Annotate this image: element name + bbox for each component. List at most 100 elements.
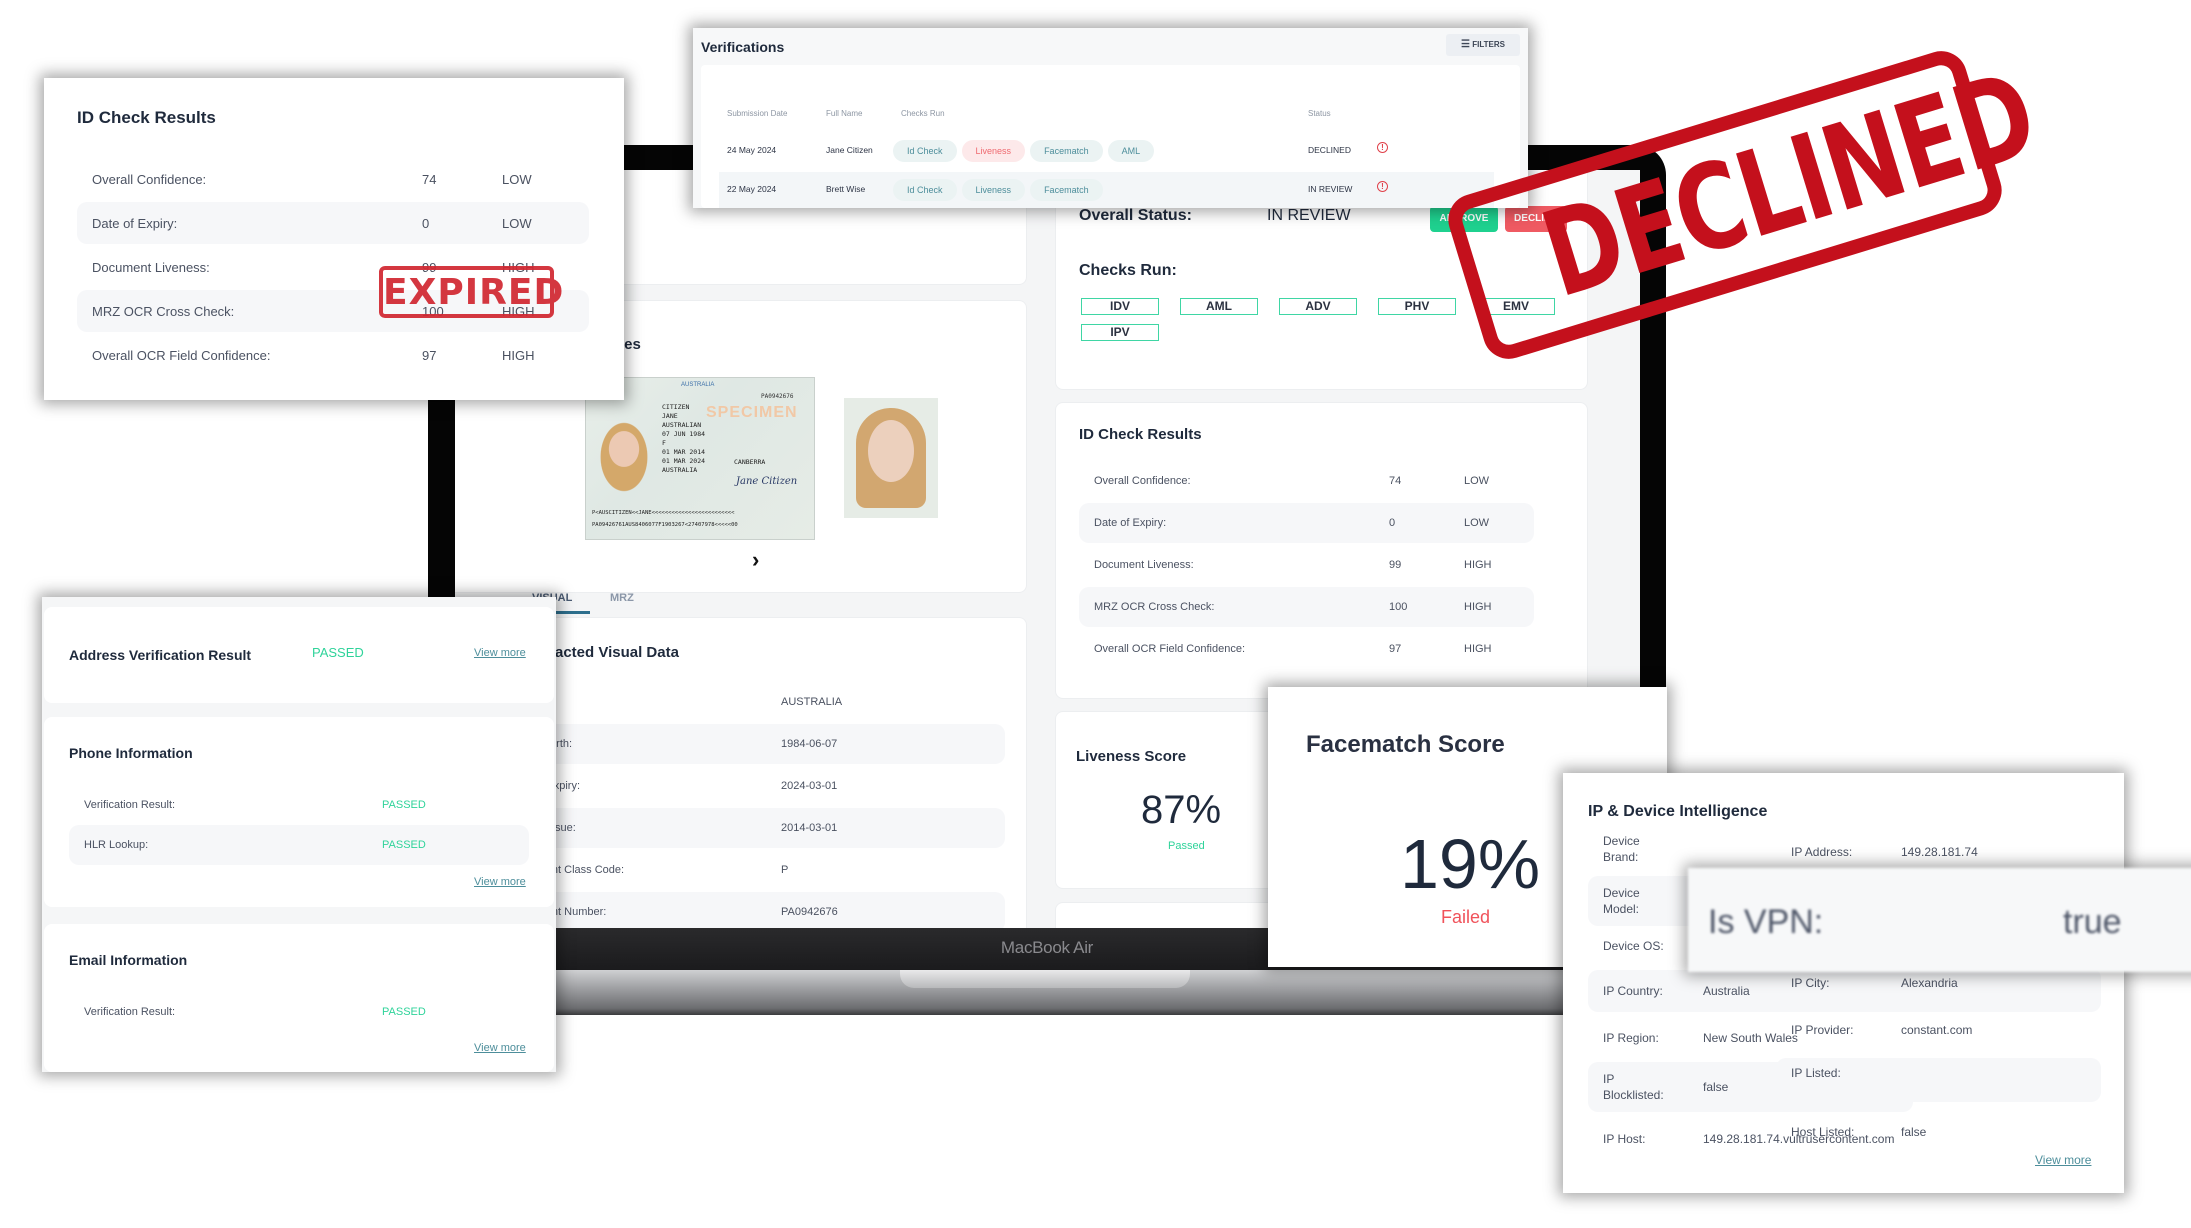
id-check-row-level: HIGH	[1464, 559, 1492, 571]
id-check-row: Overall Confidence: 74 LOW	[77, 158, 589, 200]
ip-right-label: IP Listed:	[1791, 1066, 1841, 1080]
verification-date: 22 May 2024	[727, 184, 777, 194]
phone-row-verification: Verification Result: PASSED	[69, 785, 529, 825]
ip-device-window: IP & Device Intelligence Device Brand: De…	[1563, 773, 2124, 1193]
is-vpn-overlay: Is VPN: true	[1688, 868, 2191, 972]
extracted-row-value: 2014-03-01	[781, 822, 838, 834]
id-check-row-value: 100	[1389, 601, 1408, 613]
id-check-row: Document Liveness: 99 HIGH	[1079, 545, 1534, 585]
ip-right-value: 149.28.181.74	[1901, 845, 1978, 859]
check-run-adv: ADV	[1279, 298, 1357, 315]
passport-image[interactable]: AUSTRALIA PA0942676 SPECIMEN CITIZEN JAN…	[585, 377, 815, 540]
phone-verification-label: Verification Result:	[84, 799, 176, 811]
id-check-row: Overall OCR Field Confidence: 97 HIGH	[77, 334, 589, 376]
alert-icon[interactable]: !	[1377, 142, 1388, 153]
extracted-row: e of Expiry:2024-03-01	[525, 766, 1005, 806]
ip-left-label: Device Brand:	[1603, 834, 1640, 864]
phone-row-hlr: HLR Lookup: PASSED	[69, 825, 529, 865]
verifications-title: Verifications	[701, 39, 785, 55]
filters-icon: ☰	[1461, 39, 1470, 50]
phone-verification-value: PASSED	[382, 799, 426, 811]
id-check-row: Date of Expiry: 0 LOW	[77, 202, 589, 244]
selfie-face	[868, 420, 914, 482]
id-check-row-level: LOW	[1464, 517, 1490, 529]
phone-card: Phone Information Verification Result: P…	[44, 717, 554, 907]
address-view-more-link[interactable]: View more	[474, 647, 526, 659]
id-check-title: ID Check Results	[77, 108, 216, 127]
extracted-row-value: AUSTRALIA	[781, 696, 843, 708]
is-vpn-label: Is VPN:	[1708, 903, 1824, 941]
check-chip: Id Check	[893, 140, 957, 162]
col-status: Status	[1308, 109, 1331, 118]
overall-status-label: Overall Status:	[1079, 207, 1192, 224]
passport-place: CANBERRA	[734, 458, 766, 466]
email-card: Email Information Verification Result: P…	[44, 924, 554, 1072]
facematch-title: Facematch Score	[1306, 731, 1505, 758]
passport-mrz-2: PA09426761AUS8406077F1903267<27407978<<<…	[592, 522, 738, 528]
check-run-idv: IDV	[1081, 298, 1159, 315]
extracted-title: acted Visual Data	[555, 644, 679, 661]
ip-right-label: Host Listed:	[1791, 1125, 1855, 1139]
check-run-phv: PHV	[1378, 298, 1456, 315]
selfie-image[interactable]	[844, 398, 938, 518]
check-chip: Liveness	[961, 140, 1026, 162]
passport-watermark: SPECIMEN	[706, 404, 798, 421]
expired-stamp: EXPIRED	[379, 266, 563, 318]
id-check-row-level: LOW	[502, 171, 532, 187]
laptop-notch	[900, 970, 1190, 988]
ip-left-label: IP Blocklisted:	[1603, 1072, 1664, 1102]
verifications-window: Verifications ☰ FILTERS Submission Date …	[693, 28, 1528, 208]
verification-status: IN REVIEW	[1308, 184, 1353, 194]
ip-left-label: Device OS:	[1603, 939, 1664, 953]
id-check-row-level: HIGH	[1464, 601, 1492, 613]
ip-device-view-more-link[interactable]: View more	[2035, 1153, 2091, 1167]
ip-right-value: constant.com	[1901, 1023, 1973, 1037]
ip-left-value: Australia	[1703, 984, 1750, 998]
extracted-row: hority:AUSTRALIA	[525, 682, 1005, 722]
ip-left-label: IP Country:	[1603, 984, 1663, 998]
ip-right-row: IP Listed:	[1776, 1058, 2101, 1102]
ip-right-row: Host Listed: false	[1776, 1117, 2101, 1149]
ip-right-row: IP City: Alexandria	[1776, 968, 2101, 1012]
email-verification-label: Verification Result:	[84, 1006, 176, 1018]
id-check-row: Overall Confidence: 74 LOW	[1079, 461, 1534, 501]
verification-row[interactable]: 22 May 2024 Brett Wise Id Check Liveness Fac…	[719, 172, 1494, 208]
id-check-row-value: 99	[1389, 559, 1402, 571]
passport-mrz-1: P<AUSCITIZEN<<JANE<<<<<<<<<<<<<<<<<<<<<<…	[592, 510, 735, 516]
extracted-row-value: PA0942676	[781, 906, 838, 918]
id-check-row-label: Document Liveness:	[92, 259, 210, 275]
filters-label: FILTERS	[1472, 40, 1505, 49]
id-check-row-label: Date of Expiry:	[92, 215, 178, 231]
extracted-rows: hority:AUSTRALIAe of Birth:1984-06-07e o…	[525, 682, 1005, 930]
verification-checks: Id Check Liveness Facematch	[893, 179, 1108, 201]
extracted-row: cument Number: PA0942676	[525, 892, 1005, 930]
extracted-row-value: P	[781, 864, 789, 876]
extracted-row: cument Class Code: P	[525, 850, 1005, 890]
id-check-row-level: LOW	[502, 215, 532, 231]
check-chip: Facematch	[1030, 140, 1103, 162]
col-submission-date: Submission Date	[727, 109, 788, 118]
contact-verification-window: Address Verification Result PASSED View …	[42, 597, 556, 1072]
address-title: Address Verification Result	[69, 647, 252, 663]
facematch-score: 19%	[1400, 825, 1541, 903]
id-check-row-level: LOW	[1464, 475, 1490, 487]
liveness-title: Liveness Score	[1076, 748, 1187, 765]
id-check-row: MRZ OCR Cross Check: 100 HIGH	[1079, 587, 1534, 627]
passport-fields: CITIZEN JANE AUSTRALIAN 07 JUN 1984 F 01…	[662, 403, 706, 474]
ip-right-value: false	[1901, 1125, 1927, 1139]
id-check-row-label: MRZ OCR Cross Check:	[1094, 601, 1215, 613]
phone-hlr-label: HLR Lookup:	[84, 839, 149, 851]
ip-right-label: IP Address:	[1791, 845, 1853, 859]
email-view-more-link[interactable]: View more	[474, 1042, 526, 1054]
alert-icon[interactable]: !	[1377, 181, 1388, 192]
declined-stamp-text: DECLINED	[1527, 44, 2050, 325]
id-check-row-label: Overall OCR Field Confidence:	[92, 347, 271, 363]
next-image-button[interactable]: ›	[752, 547, 759, 573]
filters-button[interactable]: ☰ FILTERS	[1446, 34, 1520, 56]
id-check-card-screen: ID Check Results Overall Confidence: 74 LO…	[1055, 402, 1588, 699]
ip-right-label: IP City:	[1791, 976, 1830, 990]
passport-photo	[594, 413, 654, 493]
phone-view-more-link[interactable]: View more	[474, 876, 526, 888]
tab-mrz[interactable]: MRZ	[610, 588, 634, 606]
verification-row[interactable]: 24 May 2024 Jane Citizen Id Check Liveness F…	[719, 133, 1494, 169]
